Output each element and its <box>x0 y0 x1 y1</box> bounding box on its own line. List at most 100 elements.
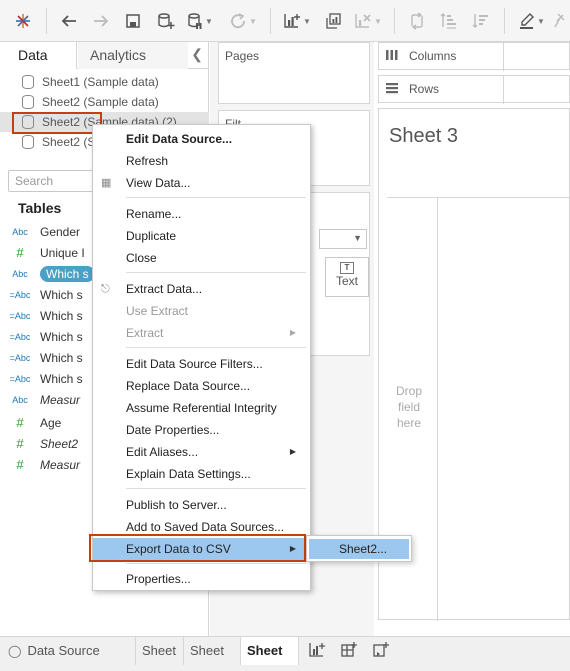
refresh-icon[interactable]: ▼ <box>226 8 260 34</box>
data-source-label: Sheet2 (S <box>42 135 96 149</box>
field-item[interactable]: # Measur <box>0 454 95 475</box>
sheet-tab[interactable]: Sheet 1 <box>136 637 184 665</box>
menu-item-publish-to-server[interactable]: Publish to Server... <box>93 494 310 516</box>
columns-shelf[interactable]: Columns <box>378 42 570 71</box>
pin-icon[interactable] <box>552 8 570 34</box>
field-item-selected[interactable]: Abc Which s <box>0 263 95 284</box>
database-icon <box>22 75 34 89</box>
database-icon <box>22 95 34 109</box>
data-source-tab[interactable]: ◯ Data Source <box>0 637 136 665</box>
menu-separator <box>126 272 306 273</box>
field-label: Which s <box>40 371 83 386</box>
menu-item-refresh[interactable]: Refresh <box>93 150 310 172</box>
view-divider-vertical <box>437 197 438 621</box>
pages-card[interactable]: Pages <box>218 42 370 104</box>
field-item[interactable]: =Abc Which s <box>0 368 95 389</box>
field-item[interactable]: =Abc Which s <box>0 305 95 326</box>
drop-field-hint: Drop field here <box>395 384 422 430</box>
pause-updates-icon[interactable]: ▼ <box>186 8 214 34</box>
menu-item-assume-referential-integrity[interactable]: Assume Referential Integrity <box>93 397 310 419</box>
data-source-item[interactable]: Sheet1 (Sample data) <box>0 72 209 92</box>
menu-item-edit-data-source[interactable]: Edit Data Source... <box>93 128 310 150</box>
menu-item-extract[interactable]: Extract ▶ <box>93 322 310 344</box>
toolbar-separator <box>504 8 505 34</box>
columns-label: Columns <box>409 49 457 63</box>
number-type-icon: # <box>16 457 24 472</box>
field-item[interactable]: Abc Gender <box>0 221 95 242</box>
field-item[interactable]: =Abc Which s <box>0 347 95 368</box>
calculated-string-icon: =Abc <box>9 289 31 300</box>
tab-data[interactable]: Data <box>0 42 77 69</box>
menu-item-edit-data-source-filters[interactable]: Edit Data Source Filters... <box>93 353 310 375</box>
new-worksheet-tab-icon[interactable] <box>308 641 326 662</box>
field-label: Measur <box>40 457 81 472</box>
field-item[interactable]: # Sheet2 <box>0 433 95 454</box>
extract-icon: ⎋ <box>101 283 110 295</box>
field-label: Age <box>40 415 62 430</box>
collapse-pane-icon[interactable]: ❮ <box>191 46 203 63</box>
swap-icon[interactable] <box>406 8 428 34</box>
menu-separator <box>126 488 306 489</box>
menu-separator <box>126 563 306 564</box>
string-type-icon: Abc <box>12 226 28 237</box>
sheet-tab[interactable]: Sheet 2 <box>184 637 241 665</box>
redo-icon[interactable] <box>90 8 112 34</box>
chevron-down-icon: ▼ <box>353 233 362 243</box>
tableau-logo-icon[interactable] <box>12 8 34 34</box>
field-item[interactable]: =Abc Which s <box>0 284 95 305</box>
shelf-divider <box>503 43 504 71</box>
new-data-source-icon[interactable] <box>155 8 177 34</box>
table-icon: ▦ <box>101 177 112 189</box>
menu-item-explain-data-settings[interactable]: Explain Data Settings... <box>93 463 310 485</box>
menu-item-rename[interactable]: Rename... <box>93 203 310 225</box>
new-story-tab-icon[interactable] <box>372 641 390 662</box>
field-label: Gender <box>40 224 81 239</box>
menu-item-date-properties[interactable]: Date Properties... <box>93 419 310 441</box>
clear-icon[interactable]: ▼ <box>352 8 384 34</box>
new-dashboard-tab-icon[interactable] <box>340 641 358 662</box>
menu-item-use-extract[interactable]: Use Extract <box>93 300 310 322</box>
field-item[interactable]: Abc Measur <box>0 389 95 410</box>
sheet-tabs-bar: ◯ Data Source Sheet 1 Sheet 2 Sheet 3 <box>0 636 570 671</box>
menu-item-label: Extract Data... <box>126 282 203 296</box>
data-source-item[interactable]: Sheet2 (Sample data) <box>0 92 209 112</box>
rows-label: Rows <box>409 82 440 96</box>
field-item[interactable]: =Abc Which s <box>0 326 95 347</box>
menu-item-properties[interactable]: Properties... <box>93 568 310 590</box>
menu-item-view-data[interactable]: ▦ View Data... <box>93 172 310 194</box>
sort-ascending-icon[interactable] <box>438 8 460 34</box>
menu-item-label: View Data... <box>126 176 191 190</box>
menu-item-extract-data[interactable]: ⎋ Extract Data... <box>93 278 310 300</box>
menu-item-duplicate[interactable]: Duplicate <box>93 225 310 247</box>
field-item[interactable]: # Unique I <box>0 242 95 263</box>
save-icon[interactable] <box>123 8 143 34</box>
number-type-icon: # <box>16 436 24 451</box>
search-input[interactable]: Search <box>8 170 98 192</box>
menu-separator <box>126 347 306 348</box>
calculated-string-icon: =Abc <box>9 331 31 342</box>
sheet-title: Sheet 3 <box>389 125 458 147</box>
pages-card-title: Pages <box>225 49 260 63</box>
sheet-tab-active[interactable]: Sheet 3 <box>241 637 299 665</box>
calculated-string-icon: =Abc <box>9 310 31 321</box>
toolbar: ▼ ▼ ▼ ▼ ▼ <box>0 0 570 42</box>
submenu-item-sheet2[interactable]: Sheet2... <box>309 539 409 559</box>
menu-item-replace-data-source[interactable]: Replace Data Source... <box>93 375 310 397</box>
duplicate-icon[interactable] <box>322 8 344 34</box>
toolbar-separator <box>46 8 47 34</box>
context-menu: Edit Data Source... Refresh ▦ View Data.… <box>92 124 311 591</box>
rows-shelf[interactable]: Rows <box>378 75 570 104</box>
mark-type-dropdown[interactable]: ▼ <box>319 229 367 249</box>
sort-descending-icon[interactable] <box>470 8 492 34</box>
field-label: Which s <box>40 329 83 344</box>
submenu-arrow-icon: ▶ <box>289 447 296 456</box>
field-label: Sheet2 <box>40 436 79 451</box>
tab-analytics[interactable]: Analytics <box>78 42 188 69</box>
highlight-icon[interactable]: ▼ <box>516 8 548 34</box>
undo-icon[interactable] <box>58 8 80 34</box>
menu-item-close[interactable]: Close <box>93 247 310 269</box>
field-item[interactable]: # Age <box>0 412 95 433</box>
new-worksheet-icon[interactable]: ▼ <box>280 8 314 34</box>
menu-item-edit-aliases[interactable]: Edit Aliases... ▶ <box>93 441 310 463</box>
text-mark-button[interactable]: T Text <box>325 257 369 297</box>
